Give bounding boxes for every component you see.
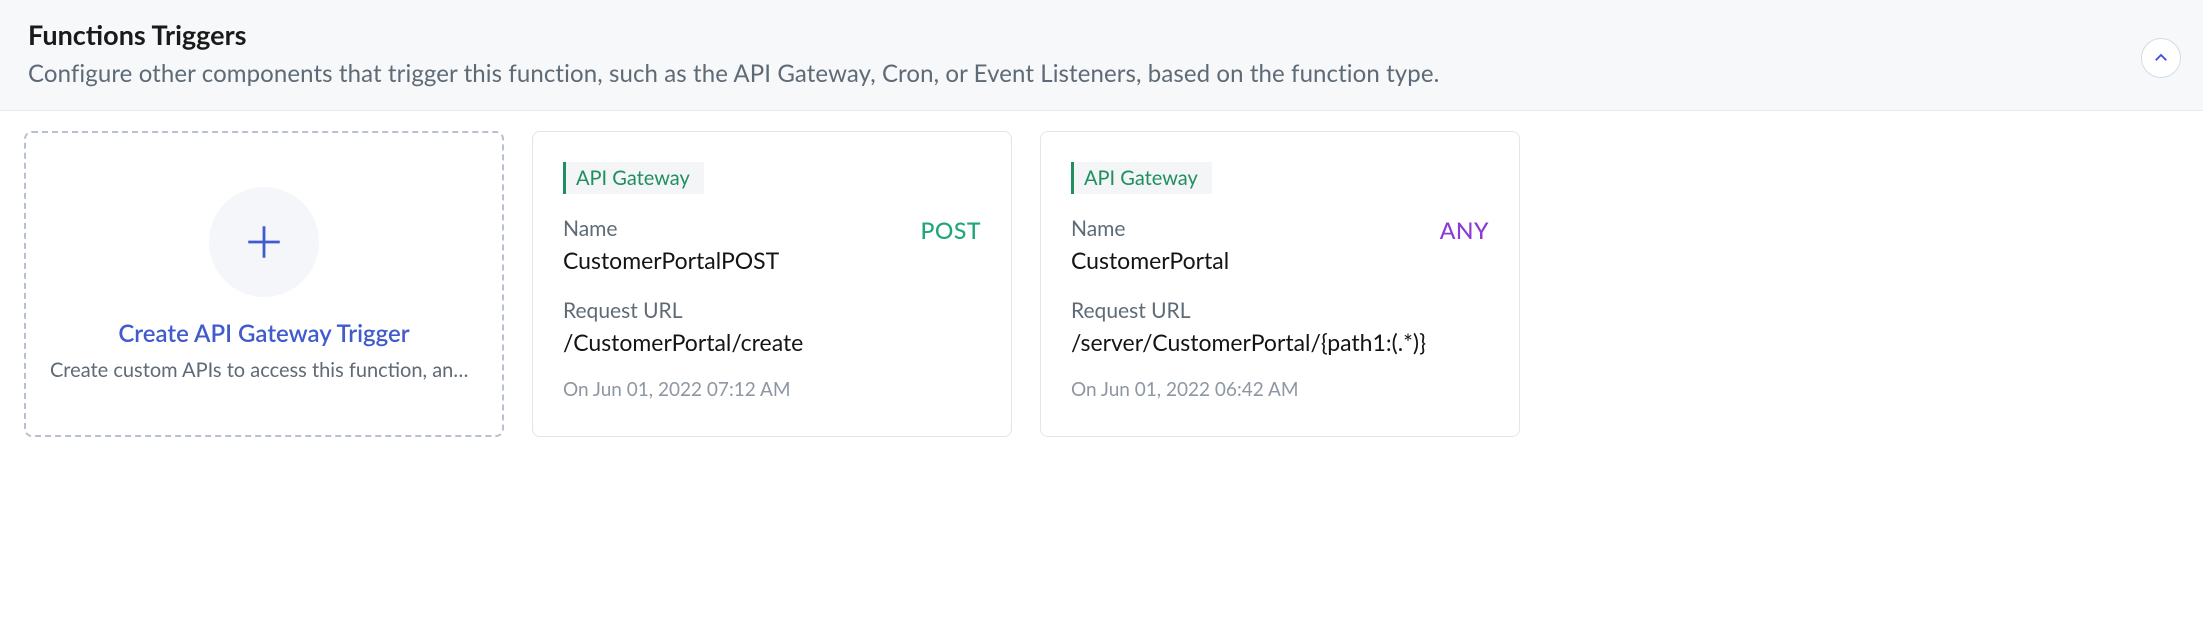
trigger-card[interactable]: API Gateway Name CustomerPortalPOST POST… (532, 131, 1012, 437)
create-card-description: Create custom APIs to access this functi… (50, 358, 478, 382)
trigger-type-tag: API Gateway (1071, 162, 1212, 194)
http-method-badge: ANY (1440, 216, 1489, 244)
trigger-name: CustomerPortalPOST (563, 245, 779, 276)
plus-icon-circle (209, 187, 319, 297)
request-url-value: /CustomerPortal/create (563, 327, 981, 358)
trigger-card[interactable]: API Gateway Name CustomerPortal ANY Requ… (1040, 131, 1520, 437)
create-card-title: Create API Gateway Trigger (118, 319, 409, 348)
triggers-row: Create API Gateway Trigger Create custom… (0, 111, 2203, 477)
section-subtitle: Configure other components that trigger … (28, 59, 2175, 88)
plus-icon (243, 221, 285, 263)
section-header: Functions Triggers Configure other compo… (0, 0, 2203, 111)
name-label: Name (1071, 216, 1229, 241)
http-method-badge: POST (920, 216, 981, 244)
create-trigger-card[interactable]: Create API Gateway Trigger Create custom… (24, 131, 504, 437)
name-label: Name (563, 216, 779, 241)
request-url-label: Request URL (563, 298, 981, 323)
section-title: Functions Triggers (28, 18, 2175, 51)
trigger-name: CustomerPortal (1071, 245, 1229, 276)
chevron-up-icon (2152, 49, 2170, 67)
trigger-timestamp: On Jun 01, 2022 07:12 AM (563, 378, 981, 401)
trigger-timestamp: On Jun 01, 2022 06:42 AM (1071, 378, 1489, 401)
trigger-type-tag: API Gateway (563, 162, 704, 194)
request-url-value: /server/CustomerPortal/{path1:(.*)} (1071, 327, 1489, 358)
collapse-button[interactable] (2141, 38, 2181, 78)
request-url-label: Request URL (1071, 298, 1489, 323)
